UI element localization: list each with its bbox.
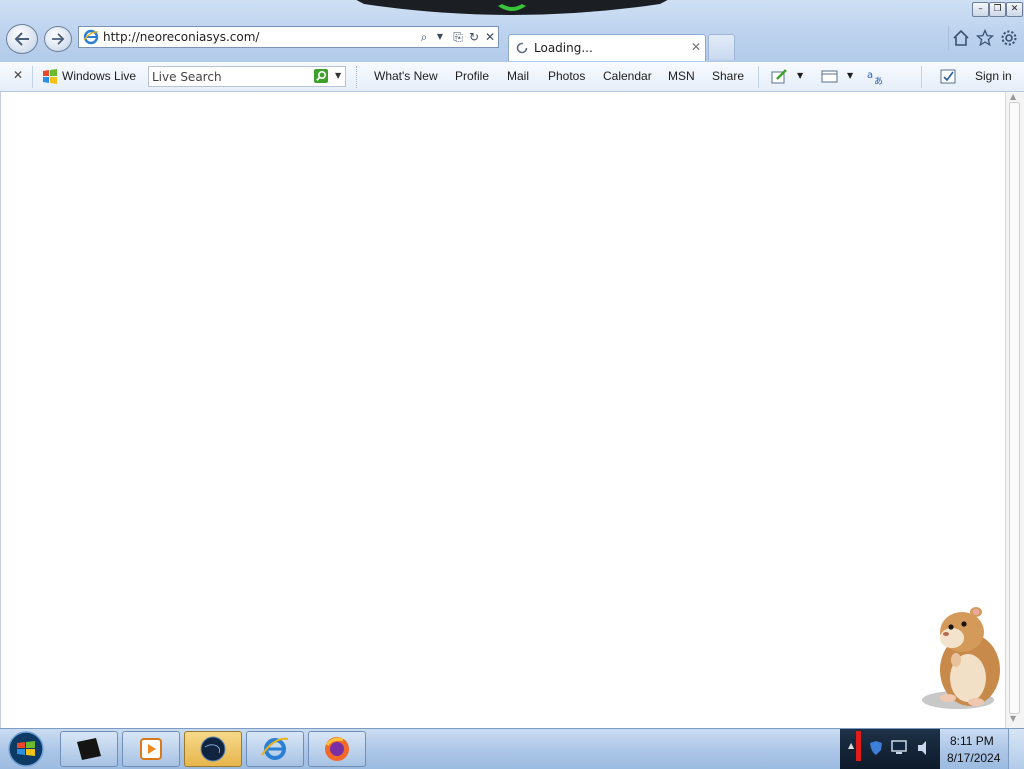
window-dropdown-icon[interactable]: ▼ bbox=[847, 71, 853, 80]
share-link[interactable]: Share bbox=[712, 69, 744, 83]
internet-explorer-icon bbox=[83, 29, 99, 45]
sign-in-link[interactable]: Sign in bbox=[975, 69, 1012, 83]
internet-explorer-icon bbox=[261, 737, 289, 760]
scroll-down-icon[interactable]: ▼ bbox=[1010, 714, 1016, 723]
windows-logo-icon bbox=[43, 69, 57, 84]
shield-icon[interactable] bbox=[868, 740, 884, 756]
minimize-button[interactable]: – bbox=[972, 2, 989, 17]
restore-button[interactable]: ❐ bbox=[989, 2, 1006, 17]
blog-it-icon[interactable] bbox=[771, 68, 789, 85]
whats-new-link[interactable]: What's New bbox=[374, 69, 438, 83]
separator bbox=[921, 66, 922, 88]
windows-live-toolbar: ✕ Windows Live Live Search ▼ What's New … bbox=[0, 62, 1024, 92]
page-content bbox=[0, 92, 1005, 728]
search-icon[interactable]: ⌕ bbox=[417, 30, 431, 44]
back-button[interactable] bbox=[6, 24, 38, 54]
compatibility-view-icon[interactable]: ⎘ bbox=[451, 30, 465, 44]
mail-link[interactable]: Mail bbox=[507, 69, 529, 83]
star-icon[interactable] bbox=[975, 28, 995, 48]
network-icon[interactable] bbox=[890, 739, 908, 755]
taskbar-firefox[interactable] bbox=[308, 731, 366, 767]
tray-indicator bbox=[856, 731, 861, 761]
title-ornament bbox=[356, 0, 668, 15]
blog-dropdown-icon[interactable]: ▼ bbox=[797, 71, 803, 80]
terminal-icon bbox=[77, 738, 101, 760]
taskbar-media-player[interactable] bbox=[122, 731, 180, 767]
windows-live-link[interactable]: Windows Live bbox=[62, 69, 136, 83]
address-bar[interactable]: http://neoreconiasys.com/ ⌕ ▼ ⎘ ↻ ✕ bbox=[78, 26, 499, 48]
start-button[interactable] bbox=[6, 730, 46, 768]
close-window-button[interactable]: ✕ bbox=[1006, 2, 1023, 17]
msn-link[interactable]: MSN bbox=[668, 69, 695, 83]
firefox-icon bbox=[325, 737, 349, 761]
volume-icon[interactable] bbox=[916, 740, 930, 756]
separator bbox=[356, 66, 358, 88]
translate-icon[interactable]: a あ bbox=[866, 68, 884, 85]
search-dropdown-icon[interactable]: ▼ bbox=[335, 71, 341, 80]
taskbar: ▲ 8:11 PM 8/17/2024 bbox=[0, 728, 1024, 769]
show-desktop-button[interactable] bbox=[1008, 729, 1024, 769]
taskbar-terminal[interactable] bbox=[60, 731, 118, 767]
hamster-mascot bbox=[922, 607, 1000, 709]
svg-text:a: a bbox=[867, 70, 873, 81]
tab-close-icon[interactable]: ✕ bbox=[691, 40, 701, 54]
clock-time[interactable]: 8:11 PM bbox=[950, 734, 994, 748]
stop-icon[interactable]: ✕ bbox=[483, 30, 497, 44]
loading-spinner-icon bbox=[516, 42, 528, 54]
scrollbar-thumb[interactable] bbox=[1009, 102, 1020, 714]
checkbox-icon[interactable] bbox=[940, 69, 957, 84]
address-url[interactable]: http://neoreconiasys.com/ bbox=[103, 30, 259, 44]
gear-icon[interactable] bbox=[999, 28, 1019, 48]
window-icon[interactable] bbox=[821, 70, 838, 83]
tab-active[interactable]: Loading... ✕ bbox=[508, 34, 706, 61]
back-arrow-icon bbox=[14, 32, 29, 46]
photos-link[interactable]: Photos bbox=[548, 69, 585, 83]
globe-icon bbox=[200, 736, 226, 762]
clock-date[interactable]: 8/17/2024 bbox=[947, 751, 1000, 765]
taskbar-internet-explorer[interactable] bbox=[246, 731, 304, 767]
command-icons bbox=[948, 26, 1021, 50]
media-player-icon bbox=[140, 738, 162, 760]
home-icon[interactable] bbox=[951, 28, 971, 48]
separator bbox=[32, 66, 33, 88]
scroll-up-icon[interactable]: ▲ bbox=[1010, 92, 1016, 101]
search-icon bbox=[316, 70, 327, 81]
notification-area: ▲ bbox=[840, 729, 940, 769]
tray-expand-icon[interactable]: ▲ bbox=[848, 741, 854, 750]
address-dropdown-icon[interactable]: ▼ bbox=[433, 30, 447, 44]
profile-link[interactable]: Profile bbox=[455, 69, 489, 83]
refresh-icon[interactable]: ↻ bbox=[467, 30, 481, 44]
close-toolbar-icon[interactable]: ✕ bbox=[13, 68, 23, 82]
svg-text:あ: あ bbox=[874, 76, 883, 85]
search-go-button[interactable] bbox=[314, 69, 328, 83]
search-placeholder: Live Search bbox=[152, 70, 222, 84]
tab-title: Loading... bbox=[534, 41, 593, 55]
new-tab-button[interactable] bbox=[708, 34, 735, 60]
live-search-input[interactable]: Live Search ▼ bbox=[148, 66, 346, 87]
forward-arrow-icon bbox=[51, 33, 65, 45]
calendar-link[interactable]: Calendar bbox=[603, 69, 652, 83]
separator bbox=[758, 66, 759, 88]
taskbar-globe[interactable] bbox=[184, 731, 242, 767]
forward-button[interactable] bbox=[44, 26, 72, 52]
browser-chrome: – ❐ ✕ http://neoreconiasys.com/ ⌕ ▼ ⎘ ↻ … bbox=[0, 0, 1024, 63]
